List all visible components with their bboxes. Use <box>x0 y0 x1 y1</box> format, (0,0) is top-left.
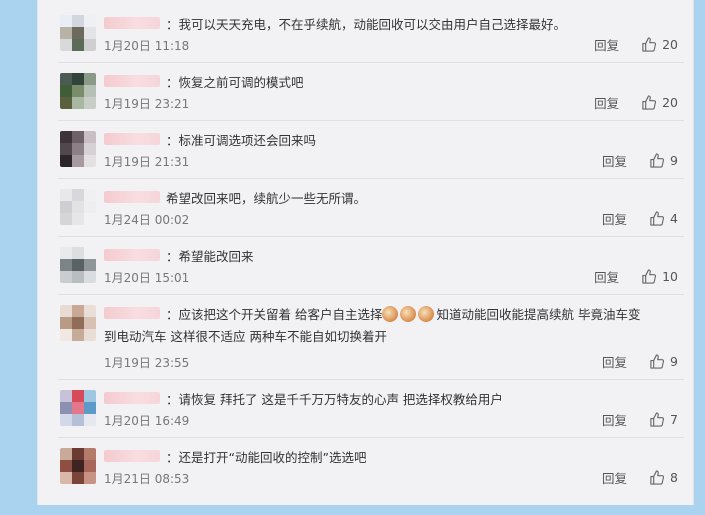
like-button[interactable]: 10 <box>641 269 678 284</box>
cat-emoji-icon <box>382 306 399 322</box>
like-count: 4 <box>670 211 678 226</box>
comment-timestamp: 1月20日 16:49 <box>104 414 190 428</box>
comment-item: ：还是打开“动能回收的控制”选选吧 1月21日 08:53 回复 8 <box>58 438 684 495</box>
comment-timestamp: 1月20日 11:18 <box>104 39 190 53</box>
comment-timestamp: 1月19日 21:31 <box>104 155 190 169</box>
like-count: 7 <box>670 412 678 427</box>
like-count: 9 <box>670 153 678 168</box>
avatar[interactable] <box>60 15 96 51</box>
like-button[interactable]: 4 <box>649 211 678 226</box>
reply-button[interactable]: 回复 <box>594 35 619 54</box>
comment-actions: 回复 7 <box>602 410 678 429</box>
reply-button[interactable]: 回复 <box>594 93 619 112</box>
comment-item: ：恢复之前可调的模式吧 1月19日 23:21 回复 20 <box>58 63 684 121</box>
thumbs-up-icon <box>650 354 665 369</box>
comment-body: ：请恢复 拜托了 这是千千万万特友的心声 把选择权教给用户 <box>166 392 503 407</box>
avatar[interactable] <box>60 131 96 167</box>
like-button[interactable]: 20 <box>641 37 678 52</box>
reply-button[interactable]: 回复 <box>602 410 627 429</box>
comment-body: ：希望能改回来 <box>166 249 254 264</box>
comment-text: ：还是打开“动能回收的控制”选选吧 <box>104 447 680 469</box>
thumbs-up-icon <box>650 153 665 168</box>
comment-item: 希望改回来吧，续航少一些无所谓。 1月24日 00:02 回复 4 <box>58 179 684 237</box>
comment-item: ：标准可调选项还会回来吗 1月19日 21:31 回复 9 <box>58 121 684 179</box>
thumbs-up-icon <box>650 211 665 226</box>
reply-button[interactable]: 回复 <box>602 151 627 170</box>
avatar[interactable] <box>60 73 96 109</box>
reply-button[interactable]: 回复 <box>602 352 627 371</box>
comment-body: ：恢复之前可调的模式吧 <box>166 75 304 90</box>
comment-actions: 回复 10 <box>594 267 678 286</box>
comment-body-cont: 知道动能回收能提高续航 毕竟油车变 <box>436 307 641 322</box>
comment-body: 希望改回来吧，续航少一些无所谓。 <box>166 191 367 206</box>
comment-timestamp: 1月19日 23:21 <box>104 97 190 111</box>
reply-button[interactable]: 回复 <box>602 209 627 228</box>
thumbs-up-icon <box>650 470 665 485</box>
comment-text: ：请恢复 拜托了 这是千千万万特友的心声 把选择权教给用户 <box>104 389 680 411</box>
comment-item: ：应该把这个开关留着 给客户自主选择 知道动能回收能提高续航 毕竟油车变到电动汽车… <box>58 295 684 380</box>
comment-text: 希望改回来吧，续航少一些无所谓。 <box>104 188 680 210</box>
comment-body: ：我可以天天充电，不在乎续航，动能回收可以交由用户自己选择最好。 <box>166 17 567 32</box>
comment-actions: 回复 20 <box>594 93 678 112</box>
comment-actions: 回复 4 <box>602 209 678 228</box>
comments-panel: ：我可以天天充电，不在乎续航，动能回收可以交由用户自己选择最好。 1月20日 11… <box>37 0 694 505</box>
comment-body: ：应该把这个开关留着 给客户自主选择 <box>166 307 383 322</box>
comment-item: ：请恢复 拜托了 这是千千万万特友的心声 把选择权教给用户 1月20日 16:49… <box>58 380 684 438</box>
reply-button[interactable]: 回复 <box>594 267 619 286</box>
comment-text: ：我可以天天充电，不在乎续航，动能回收可以交由用户自己选择最好。 <box>104 14 680 36</box>
cat-emoji-icon <box>418 306 435 322</box>
thumbs-up-icon <box>642 269 657 284</box>
like-button[interactable]: 7 <box>649 412 678 427</box>
comment-timestamp: 1月21日 08:53 <box>104 472 190 486</box>
comment-text: ：恢复之前可调的模式吧 <box>104 72 680 94</box>
thumbs-up-icon <box>642 37 657 52</box>
like-button[interactable]: 20 <box>641 95 678 110</box>
reply-button[interactable]: 回复 <box>602 468 627 487</box>
comment-actions: 回复 9 <box>602 151 678 170</box>
avatar[interactable] <box>60 390 96 426</box>
comment-timestamp: 1月24日 00:02 <box>104 213 190 227</box>
like-count: 20 <box>662 95 678 110</box>
comment-timestamp: 1月20日 15:01 <box>104 271 190 285</box>
comment-actions: 回复 8 <box>602 468 678 487</box>
comment-list: ：我可以天天充电，不在乎续航，动能回收可以交由用户自己选择最好。 1月20日 11… <box>58 5 684 495</box>
thumbs-up-icon <box>642 95 657 110</box>
comment-actions: 回复 20 <box>594 35 678 54</box>
like-count: 20 <box>662 37 678 52</box>
comment-timestamp: 1月19日 23:55 <box>104 356 190 370</box>
thumbs-up-icon <box>650 412 665 427</box>
comment-item: ：我可以天天充电，不在乎续航，动能回收可以交由用户自己选择最好。 1月20日 11… <box>58 5 684 63</box>
comment-item: ：希望能改回来 1月20日 15:01 回复 10 <box>58 237 684 295</box>
like-count: 8 <box>670 470 678 485</box>
cat-emoji-icon <box>400 306 417 322</box>
comment-text: ：标准可调选项还会回来吗 <box>104 130 680 152</box>
like-button[interactable]: 9 <box>649 354 678 369</box>
like-count: 10 <box>662 269 678 284</box>
comment-text: ：应该把这个开关留着 给客户自主选择 知道动能回收能提高续航 毕竟油车变到电动汽车… <box>104 304 680 348</box>
avatar[interactable] <box>60 189 96 225</box>
comment-body-line2: 到电动汽车 这样很不适应 两种车不能自如切换着开 <box>104 329 387 344</box>
like-button[interactable]: 8 <box>649 470 678 485</box>
like-button[interactable]: 9 <box>649 153 678 168</box>
comment-body: ：还是打开“动能回收的控制”选选吧 <box>166 450 367 465</box>
like-count: 9 <box>670 354 678 369</box>
comment-actions: 回复 9 <box>602 352 678 371</box>
avatar[interactable] <box>60 247 96 283</box>
avatar[interactable] <box>60 305 96 341</box>
comment-body: ：标准可调选项还会回来吗 <box>166 133 317 148</box>
comment-text: ：希望能改回来 <box>104 246 680 268</box>
avatar[interactable] <box>60 448 96 484</box>
